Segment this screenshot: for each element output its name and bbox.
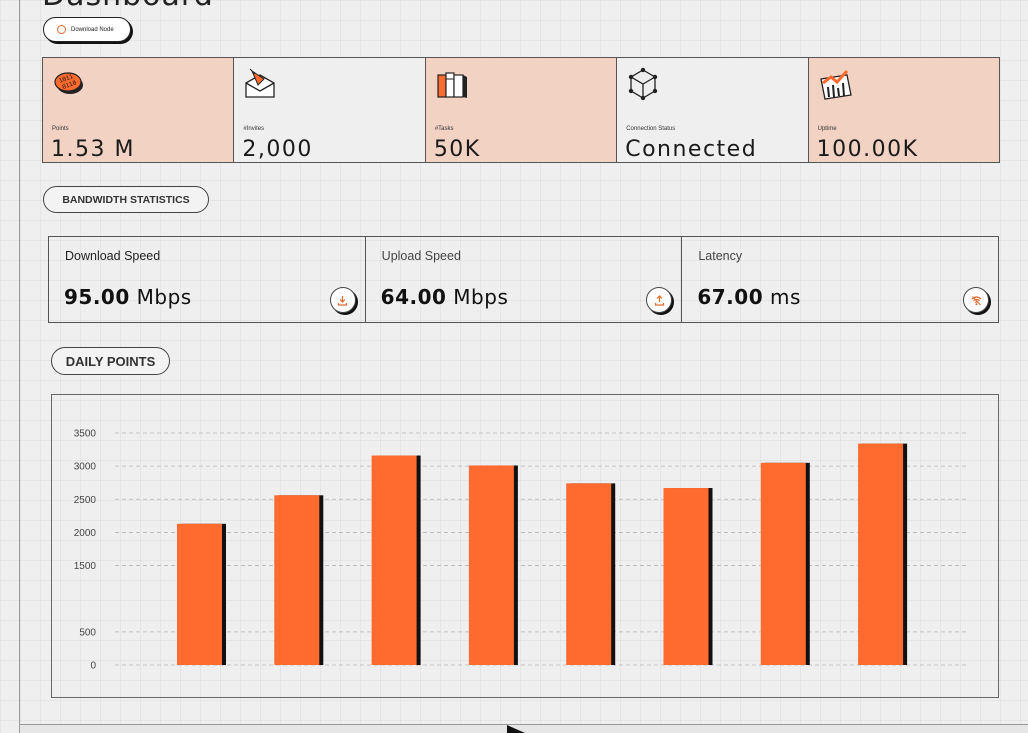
daily-points-bar[interactable] (663, 488, 709, 665)
daily-points-chart: 0 500 1500 2000 2500 3000 3500 (51, 394, 999, 698)
wifi-icon (971, 295, 981, 305)
upload-speed-label: Upload Speed (381, 249, 461, 263)
upload-speed-card: Upload Speed 64.00 Mbps (366, 237, 683, 322)
cursor-shape (507, 725, 525, 733)
upload-speed-number: 64.00 (380, 285, 447, 309)
daily-points-bar[interactable] (274, 495, 320, 665)
daily-points-bar-chart: 0 500 1500 2000 2500 3000 3500 (74, 429, 966, 672)
y-tick-label: 1500 (74, 561, 97, 572)
stats-row: 1011 0110 Points 1.53 M #Invites 2,000 #… (42, 57, 1000, 163)
latency-value: 67.00 ms (697, 285, 801, 309)
y-tick-label: 500 (79, 627, 96, 638)
stat-card-tasks: #Tasks 50K (425, 58, 618, 162)
left-divider (19, 0, 20, 733)
daily-points-bar[interactable] (760, 462, 806, 665)
stat-label: Points (52, 126, 69, 132)
latency-button[interactable] (963, 287, 990, 313)
stat-label: Uptime (817, 126, 837, 132)
upload-icon (654, 294, 664, 306)
stat-card-points: 1011 0110 Points 1.53 M (43, 58, 235, 162)
upload-speed-unit: Mbps (453, 285, 509, 309)
binary-coin-icon: 1011 0110 (54, 72, 83, 94)
download-icon (338, 295, 348, 306)
envelope-icon (245, 68, 276, 98)
bandwidth-section-title: BANDWIDTH STATISTICS (43, 186, 209, 213)
node-icon (57, 25, 66, 34)
download-speed-label: Download Speed (65, 249, 161, 263)
trend-chart-icon (819, 69, 852, 100)
stat-label: #Invites (243, 126, 265, 132)
y-tick-label: 2000 (74, 528, 97, 539)
stat-card-connection: Connection Status Connected (617, 58, 809, 162)
latency-label: Latency (698, 249, 743, 263)
upload-speed-value: 64.00 Mbps (381, 285, 509, 309)
stat-value: 50K (433, 137, 481, 162)
cube-network-icon (629, 67, 658, 101)
stat-label: #Tasks (434, 126, 454, 132)
stat-label: Connection Status (626, 126, 676, 132)
y-tick-label: 3000 (74, 462, 97, 473)
daily-points-bar[interactable] (566, 483, 612, 665)
latency-card: Latency 67.00 ms (682, 237, 998, 322)
latency-unit: ms (769, 285, 801, 309)
stat-value: 1.53 M (51, 137, 135, 162)
stat-card-invites: #Invites 2,000 (234, 58, 426, 162)
download-speed-unit: Mbps (136, 285, 192, 309)
latency-number: 67.00 (697, 285, 764, 309)
upload-button[interactable] (646, 287, 673, 313)
daily-points-bar[interactable] (858, 443, 904, 665)
download-speed-number: 95.00 (64, 285, 130, 309)
y-tick-label: 3500 (74, 429, 97, 440)
download-button[interactable] (329, 287, 356, 313)
stat-value: Connected (625, 137, 758, 162)
stat-value: 2,000 (242, 137, 313, 162)
books-icon (437, 72, 467, 98)
y-tick-label: 0 (90, 661, 96, 672)
daily-points-bar[interactable] (371, 455, 417, 665)
download-speed-card: Download Speed 95.00 Mbps (49, 237, 366, 322)
download-node-label: Download Node (71, 26, 114, 33)
bandwidth-stats: Download Speed 95.00 Mbps Upload Speed 6… (48, 236, 999, 323)
download-speed-value: 95.00 Mbps (64, 285, 192, 309)
daily-points-title: DAILY POINTS (51, 347, 170, 375)
stat-card-uptime: Uptime 100.00K (808, 58, 1000, 162)
download-node-button[interactable]: Download Node (43, 17, 131, 42)
daily-points-bar[interactable] (468, 465, 514, 665)
page-title: Dashboard (42, 0, 214, 13)
y-tick-label: 2500 (74, 495, 97, 506)
daily-points-bar[interactable] (177, 523, 222, 665)
stat-value: 100.00K (816, 137, 919, 162)
